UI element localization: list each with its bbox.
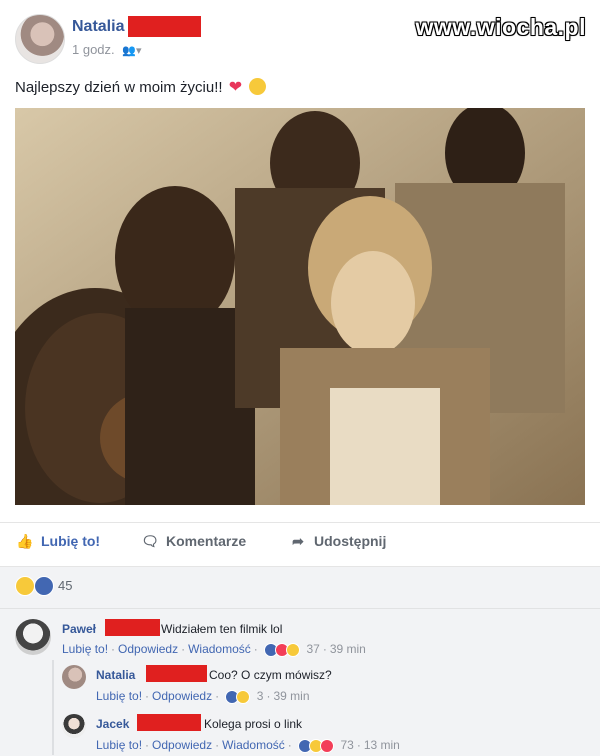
post-photo[interactable] xyxy=(15,108,585,505)
commenter-avatar[interactable] xyxy=(62,665,86,689)
comment-author[interactable]: Natalia xyxy=(96,668,135,682)
thumbs-up-icon: 👍 xyxy=(16,533,34,549)
post-actions: 👍 Lubię to! 🗨 Komentarze ➦ Udostępnij xyxy=(0,522,600,563)
comment-icon: 🗨 xyxy=(141,533,159,549)
post-text-content: Najlepszy dzień w moim życiu!! xyxy=(15,79,223,96)
comment-reply-link[interactable]: Odpowiedz xyxy=(152,689,212,703)
comment-text: Coo? O czym mówisz? xyxy=(209,668,332,682)
comment-time[interactable]: 39 min xyxy=(330,642,366,656)
comment-reaction-count[interactable]: 37 xyxy=(306,642,319,656)
redaction-bar xyxy=(146,665,207,682)
author-name[interactable]: Natalia xyxy=(72,18,124,36)
haha-reaction-icon xyxy=(286,642,301,657)
comment-message-link[interactable]: Wiadomość xyxy=(188,642,251,656)
comment-text: Widziałem ten filmik lol xyxy=(161,622,283,636)
comment-actions: Lubię to! · Odpowiedz · Wiadomość · 37 · 39 min xyxy=(62,642,366,657)
comment-reaction-count[interactable]: 3 xyxy=(257,689,264,703)
comment-actions: Lubię to! · Odpowiedz · Wiadomość · 73 · 13 min xyxy=(96,738,400,753)
laughing-emoji-icon xyxy=(249,77,267,95)
like-label: Lubię to! xyxy=(41,533,101,549)
reply-thread-line xyxy=(52,660,54,755)
heart-icon: ❤ xyxy=(228,79,243,96)
comment-time[interactable]: 39 min xyxy=(273,689,309,703)
post-text: Najlepszy dzień w moim życiu!! ❤ xyxy=(15,77,267,97)
haha-reaction-icon xyxy=(236,689,251,704)
comment-reply-link[interactable]: Odpowiedz xyxy=(118,642,178,656)
post-header: Natalia 1 godz. 👥▾ www.wiocha.pl xyxy=(0,0,600,70)
comment-message-link[interactable]: Wiadomość xyxy=(222,738,285,752)
author-avatar[interactable] xyxy=(15,14,65,64)
commenter-avatar[interactable] xyxy=(15,619,51,655)
comment-label: Komentarze xyxy=(166,533,247,549)
share-button[interactable]: ➦ Udostępnij xyxy=(288,533,386,550)
comment-like-link[interactable]: Lubię to! xyxy=(96,689,142,703)
comment-author[interactable]: Jacek xyxy=(96,717,129,731)
comment-actions: Lubię to! · Odpowiedz · 3 · 39 min xyxy=(96,689,310,704)
comment-time[interactable]: 13 min xyxy=(364,738,400,752)
reaction-count[interactable]: 45 xyxy=(58,578,72,593)
comment-like-link[interactable]: Lubię to! xyxy=(96,738,142,752)
post-time[interactable]: 1 godz. xyxy=(72,42,115,57)
photo-illustration xyxy=(15,108,585,505)
comment-author[interactable]: Paweł xyxy=(62,622,96,636)
post-meta: 1 godz. 👥▾ xyxy=(72,42,142,57)
share-label: Udostępnij xyxy=(314,533,387,549)
comment-reaction-count[interactable]: 73 xyxy=(340,738,353,752)
comment-like-link[interactable]: Lubię to! xyxy=(62,642,108,656)
comment-button[interactable]: 🗨 Komentarze xyxy=(140,533,246,550)
redaction-bar xyxy=(137,714,201,731)
reaction-icons[interactable] xyxy=(15,576,55,596)
comment-text: Kolega prosi o link xyxy=(204,717,303,731)
redaction-bar xyxy=(128,16,201,37)
friends-icon[interactable]: 👥▾ xyxy=(122,45,141,57)
share-icon: ➦ xyxy=(292,533,304,549)
watermark: www.wiocha.pl xyxy=(415,14,586,40)
comment-reply-link[interactable]: Odpowiedz xyxy=(152,738,212,752)
haha-reaction-icon xyxy=(15,576,35,596)
commenter-avatar[interactable] xyxy=(62,714,86,738)
redaction-bar xyxy=(105,619,160,636)
reactions-bar xyxy=(0,566,600,609)
love-reaction-icon xyxy=(320,738,335,753)
like-button[interactable]: 👍 Lubię to! xyxy=(15,533,100,550)
